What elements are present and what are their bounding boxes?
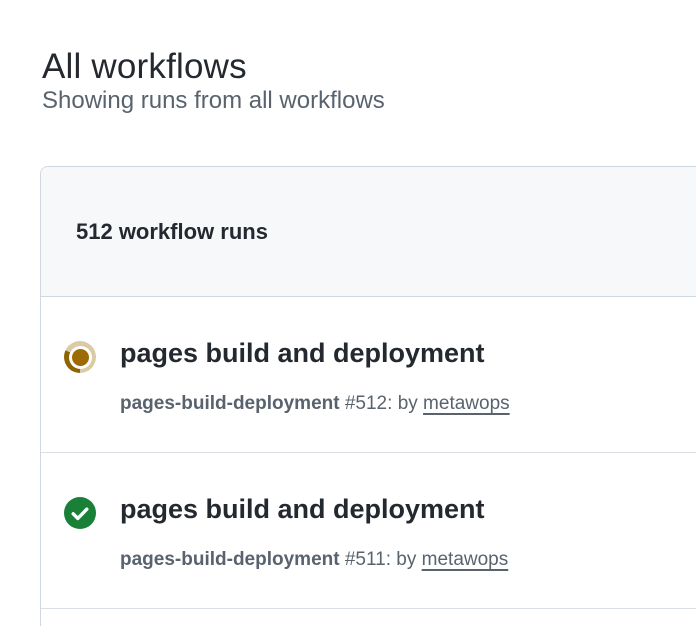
workflow-name: pages-build-deployment (120, 393, 340, 414)
by-label: by (396, 549, 417, 570)
check-circle-icon (64, 497, 96, 529)
spinner-gap (68, 345, 92, 369)
spinner-dot (71, 348, 89, 366)
run-number: #511: (344, 549, 391, 570)
run-subtitle: pages-build-deployment #512: by metawops (120, 392, 510, 415)
workflow-run-row[interactable]: pages build and deployment pages-build-d… (41, 453, 696, 609)
workflow-run-row[interactable]: pages build and deployment pages-build-d… (41, 297, 696, 453)
actor-link[interactable]: metawops (422, 549, 509, 570)
workflow-name: pages-build-deployment (120, 549, 340, 570)
page-title: All workflows (42, 47, 247, 87)
in-progress-spinner-icon (64, 341, 96, 373)
workflow-run-row[interactable] (41, 609, 696, 626)
run-details: pages build and deployment pages-build-d… (120, 337, 510, 415)
run-title-link[interactable]: pages build and deployment (120, 337, 485, 369)
page-subtitle: Showing runs from all workflows (42, 87, 385, 114)
workflow-runs-card-header: 512 workflow runs (41, 167, 696, 297)
workflow-runs-count: 512 workflow runs (76, 218, 268, 244)
run-details: pages build and deployment pages-build-d… (120, 493, 508, 571)
run-title-link[interactable]: pages build and deployment (120, 493, 485, 525)
by-label: by (397, 393, 418, 414)
spinner-ring (64, 341, 96, 373)
run-number: #512: (344, 393, 393, 414)
actions-page: All workflows Showing runs from all work… (0, 0, 696, 626)
actor-link[interactable]: metawops (423, 393, 510, 414)
workflow-runs-card: 512 workflow runs pages build and deploy… (40, 166, 696, 626)
run-subtitle: pages-build-deployment #511: by metawops (120, 548, 508, 571)
